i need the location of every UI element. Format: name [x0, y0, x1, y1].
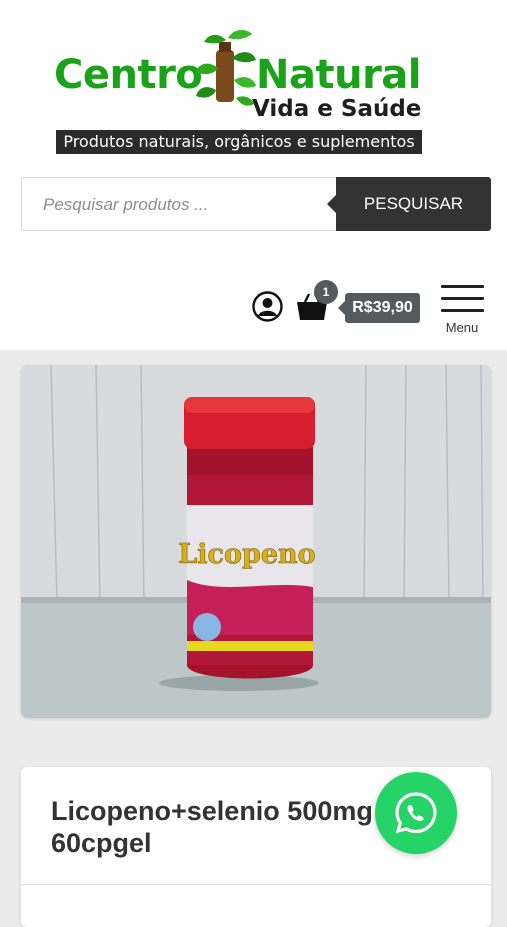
- cart-count-badge: 1: [314, 280, 338, 304]
- logo-text-natural: Natural: [256, 52, 422, 98]
- logo-text-centro: Centro: [54, 52, 203, 98]
- whatsapp-icon: [395, 792, 437, 834]
- menu-button[interactable]: Menu: [439, 283, 485, 335]
- whatsapp-chat-button[interactable]: [375, 772, 457, 854]
- hamburger-menu-icon: [441, 285, 484, 288]
- logo-subtitle: Vida e Saúde: [252, 96, 422, 122]
- account-icon[interactable]: [252, 291, 283, 322]
- search-button[interactable]: PESQUISAR: [327, 177, 491, 231]
- plant-bottle-logo-icon: [196, 29, 256, 106]
- search-input[interactable]: Pesquisar produtos ...: [21, 177, 336, 231]
- search-placeholder: Pesquisar produtos ...: [43, 195, 209, 214]
- site-tagline: Produtos naturais, orgânicos e suplement…: [56, 130, 422, 154]
- cart-total[interactable]: R$39,90: [338, 293, 420, 323]
- product-photo: Licopeno: [21, 365, 491, 718]
- product-image[interactable]: Licopeno: [21, 365, 491, 718]
- card-divider: [21, 884, 491, 885]
- product-search-form: Pesquisar produtos ... PESQUISAR: [21, 177, 491, 231]
- bottle-label-text: Licopeno: [178, 539, 315, 570]
- menu-label: Menu: [445, 320, 479, 335]
- site-header: Centro Natural Vida e Saúde Produtos nat…: [0, 0, 507, 350]
